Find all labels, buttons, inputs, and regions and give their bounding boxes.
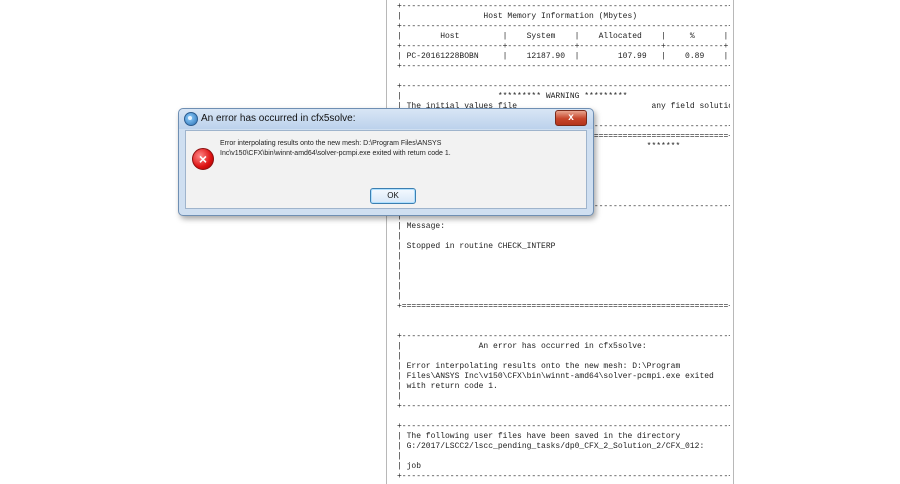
console-line: +---------------------------------------… bbox=[397, 472, 730, 481]
error-message-line: Inc\v150\CFX\bin\winnt-amd64\solver-pcmp… bbox=[220, 150, 451, 157]
console-line: | | bbox=[397, 452, 730, 461]
app-icon bbox=[184, 112, 198, 126]
ok-button[interactable]: OK bbox=[370, 188, 416, 204]
console-line: | The following user files have been sav… bbox=[397, 432, 730, 441]
console-line: +---------------------------------------… bbox=[397, 82, 730, 91]
console-line: | | bbox=[397, 262, 730, 271]
console-line: +---------------------------------------… bbox=[397, 332, 730, 341]
console-line: +---------------------------------------… bbox=[397, 402, 730, 411]
console-line: | Host | System | Allocated | % | bbox=[397, 32, 729, 41]
error-message: Error interpolating results onto the new… bbox=[220, 139, 550, 159]
dialog-titlebar[interactable]: An error has occurred in cfx5solve: x bbox=[179, 109, 593, 129]
console-line: +---------------------------------------… bbox=[397, 62, 730, 71]
console-left-border bbox=[386, 0, 387, 484]
console-line: | | bbox=[397, 392, 730, 401]
console-line: | | bbox=[397, 272, 730, 281]
console-line: +---------------------+--------------+--… bbox=[397, 42, 729, 51]
dialog-button-area: OK bbox=[185, 186, 587, 209]
console-line: | Message: | bbox=[397, 222, 730, 231]
console-line: | | bbox=[397, 282, 730, 291]
console-line: | | bbox=[397, 292, 730, 301]
console-right-border bbox=[733, 0, 734, 484]
console-line: | Error interpolating results onto the n… bbox=[397, 362, 730, 371]
console-line: | Host Memory Information (Mbytes) | bbox=[397, 12, 730, 21]
close-button[interactable]: x bbox=[555, 110, 587, 126]
console-line: | | bbox=[397, 352, 730, 361]
console-line: | job | bbox=[397, 462, 730, 471]
console-line: +---------------------------------------… bbox=[397, 22, 730, 31]
console-line: | G:/2017/LSCC2/lscc_pending_tasks/dp0_C… bbox=[397, 442, 730, 451]
error-icon: × bbox=[192, 148, 214, 170]
console-line: +---------------------------------------… bbox=[397, 422, 730, 431]
console-line: | ********* WARNING ********* | bbox=[397, 92, 730, 101]
console-line: | Stopped in routine CHECK_INTERP | bbox=[397, 242, 730, 251]
error-dialog: An error has occurred in cfx5solve: x × … bbox=[178, 108, 594, 216]
console-text: +---------------------------------------… bbox=[397, 2, 730, 482]
console-line: | | bbox=[397, 252, 730, 261]
solver-output-console: +---------------------------------------… bbox=[390, 0, 730, 484]
console-line: | Files\ANSYS Inc\v150\CFX\bin\winnt-amd… bbox=[397, 372, 730, 381]
console-line: +---------------------------------------… bbox=[397, 2, 730, 11]
dialog-title: An error has occurred in cfx5solve: bbox=[201, 113, 356, 124]
console-line: | PC-20161228BOBN | 12187.90 | 107.99 | … bbox=[397, 52, 729, 61]
console-line: +=======================================… bbox=[397, 302, 730, 311]
dialog-content: × Error interpolating results onto the n… bbox=[185, 130, 587, 188]
console-line: | An error has occurred in cfx5solve: | bbox=[397, 342, 730, 351]
console-line: | with return code 1. | bbox=[397, 382, 730, 391]
console-line: | | bbox=[397, 232, 730, 241]
error-message-line: Error interpolating results onto the new… bbox=[220, 140, 442, 147]
